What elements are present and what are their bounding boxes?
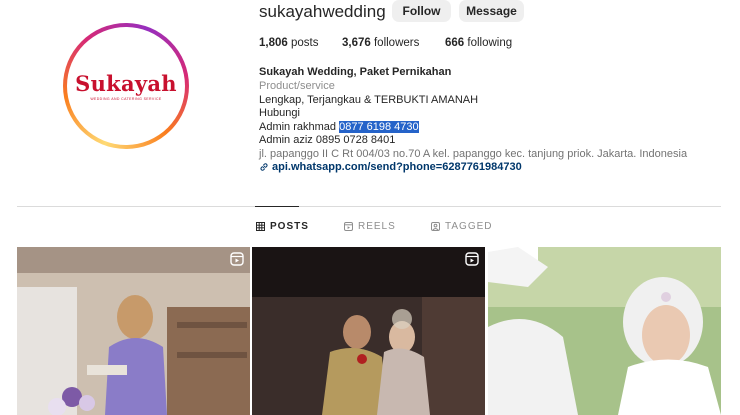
bio-line-1: Lengkap, Terjangkau & TERBUKTI AMANAH [259,94,479,106]
post-thumbnail-2[interactable] [252,247,485,415]
tab-tagged[interactable]: TAGGED [431,221,492,232]
posts-count-stat: 1,806 posts [259,37,318,49]
reel-icon [465,252,479,266]
tagged-icon [431,222,440,231]
admin1-prefix: Admin rakhmad [259,121,340,133]
tab-tagged-label: TAGGED [445,221,493,232]
reels-icon [344,222,353,231]
tabs-divider [17,206,721,207]
reel-icon [230,252,244,266]
tab-reels-label: REELS [358,221,396,232]
link-icon [260,163,268,171]
following-label: following [467,37,513,49]
posts-label: posts [290,37,319,49]
bio-address: jl. papanggo II C Rt 004/03 no.70 A kel.… [259,148,688,160]
post-image-3 [488,247,721,415]
following-stat[interactable]: 666 following [445,37,512,49]
following-count: 666 [445,37,465,49]
post-image-1 [17,247,250,415]
post-image-2 [252,247,485,415]
tab-reels[interactable]: REELS [344,221,396,232]
post-thumbnail-3[interactable] [488,247,721,415]
follow-button[interactable]: Follow [392,0,451,22]
followers-count: 3,676 [342,37,371,49]
avatar-logo: Sukayah WEDDING AND CATERING SERVICE [67,27,185,145]
posts-count: 1,806 [259,37,288,49]
grid-icon [256,222,265,231]
post-thumbnail-1[interactable] [17,247,250,415]
bio-admin-2: Admin aziz 0895 0728 8401 [259,134,396,146]
followers-label: followers [373,37,420,49]
profile-username: sukayahwedding [259,2,386,21]
message-button[interactable]: Message [459,0,524,22]
logo-text: Sukayah [75,71,177,96]
bio-category: Product/service [259,80,335,92]
tab-posts[interactable]: POSTS [256,221,309,232]
bio-line-2: Hubungi [259,107,300,119]
admin1-phone-selected[interactable]: 0877 6198 4730 [339,121,419,133]
logo-subtext: WEDDING AND CATERING SERVICE [90,97,162,101]
tab-posts-label: POSTS [270,221,309,232]
profile-avatar[interactable]: Sukayah WEDDING AND CATERING SERVICE [63,23,189,149]
bio-admin-1: Admin rakhmad 0877 6198 4730 [259,121,419,135]
bio-name: Sukayah Wedding, Paket Pernikahan [259,66,452,78]
active-tab-indicator [255,206,299,207]
bio-link[interactable]: api.whatsapp.com/send?phone=628776198473… [259,161,522,173]
followers-stat[interactable]: 3,676 followers [342,37,419,49]
bio-link-text: api.whatsapp.com/send?phone=628776198473… [272,161,522,173]
